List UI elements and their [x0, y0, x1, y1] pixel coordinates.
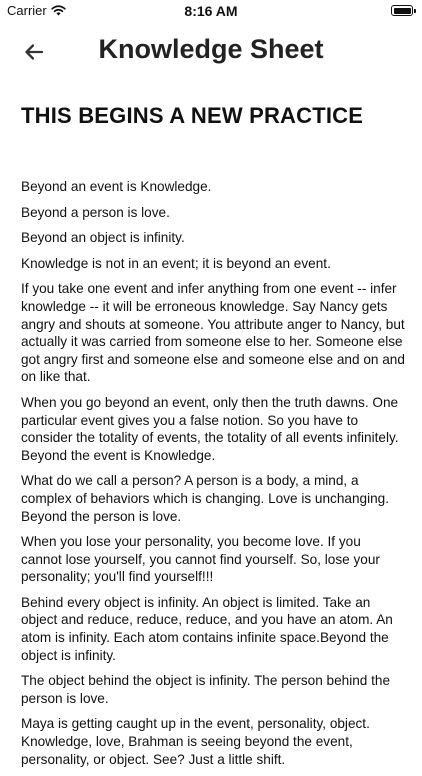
- section-heading: THIS BEGINS A NEW PRACTICE: [21, 103, 364, 128]
- paragraph: Maya is getting caught up in the event, …: [21, 716, 370, 767]
- paragraph: The object behind the object is infinity…: [21, 673, 391, 706]
- paragraph: Beyond a person is love.: [21, 204, 170, 220]
- status-bar: Carrier 8:16 AM: [0, 0, 422, 22]
- paragraph: Knowledge is not in an event; it is beyo…: [21, 255, 331, 271]
- paragraph: Beyond an event is Knowledge.: [21, 179, 212, 194]
- article-body: Beyond an event is Knowledge. Beyond a p…: [21, 178, 405, 776]
- navigation-bar: Knowledge Sheet: [0, 22, 422, 82]
- paragraph: If you take one event and infer anything…: [21, 281, 405, 385]
- status-time: 8:16 AM: [184, 3, 238, 19]
- paragraph: Behind every object is infinity. An obje…: [21, 594, 393, 663]
- paragraph: When you go beyond an event, only then t…: [21, 394, 399, 463]
- battery-icon: [391, 5, 416, 16]
- paragraph: What do we call a person? A person is a …: [21, 473, 390, 524]
- paragraph: When you lose your personality, you beco…: [21, 534, 380, 585]
- page-title: Knowledge Sheet: [98, 34, 324, 64]
- paragraph: Beyond an object is infinity.: [21, 230, 185, 246]
